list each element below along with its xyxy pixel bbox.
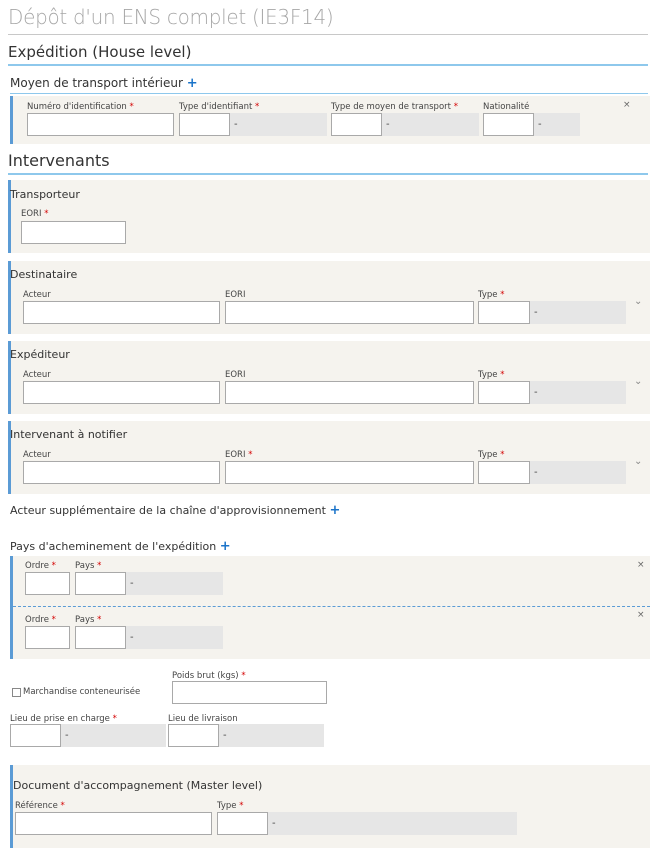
add-transport-button[interactable]: +	[187, 76, 198, 91]
add-supply-chain-actor-button[interactable]: +	[329, 503, 340, 518]
destinataire-type-input[interactable]	[478, 301, 530, 324]
expediteur-title: Expéditeur	[10, 348, 70, 361]
destinataire-type-description: -	[530, 301, 626, 324]
pickup-description: -	[61, 724, 166, 747]
notifier-expand-chevron-icon[interactable]: ⌄	[634, 456, 642, 467]
document-reference-label: Référence *	[15, 801, 65, 811]
expedition-section-title: Expédition (House level)	[8, 43, 192, 61]
pickup-label: Lieu de prise en charge *	[10, 714, 117, 724]
destinataire-expand-chevron-icon[interactable]: ⌄	[634, 296, 642, 307]
routing-2-ordre-input[interactable]	[25, 626, 70, 649]
expediteur-eori-input[interactable]	[225, 381, 474, 404]
document-panel	[10, 765, 650, 848]
intervenants-divider	[8, 173, 648, 175]
notifier-eori-label: EORI *	[225, 450, 253, 460]
document-reference-input[interactable]	[15, 812, 212, 835]
nationality-description: -	[534, 113, 580, 136]
document-type-description: -	[268, 812, 517, 835]
gross-weight-label: Poids brut (kgs) *	[172, 671, 246, 681]
expediteur-expand-chevron-icon[interactable]: ⌄	[634, 376, 642, 387]
expedition-divider	[8, 64, 648, 66]
id-number-label: Numéro d'identification *	[27, 102, 134, 112]
destinataire-type-label: Type *	[478, 290, 505, 300]
title-divider	[8, 34, 648, 35]
transporteur-eori-input[interactable]	[21, 221, 126, 244]
id-number-input[interactable]	[27, 113, 174, 136]
nationality-label: Nationalité	[483, 102, 530, 112]
id-type-label: Type d'identifiant *	[179, 102, 260, 112]
routing-1-ordre-input[interactable]	[25, 572, 70, 595]
pickup-input[interactable]	[10, 724, 61, 747]
document-type-label: Type *	[217, 801, 244, 811]
remove-routing-2-icon[interactable]: ×	[637, 610, 645, 620]
routing-separator	[13, 606, 650, 607]
document-panel-bar	[10, 765, 13, 848]
transport-panel-bar	[10, 96, 13, 144]
destinataire-eori-input[interactable]	[225, 301, 474, 324]
transporteur-title: Transporteur	[10, 188, 80, 201]
means-type-description: -	[382, 113, 479, 136]
delivery-input[interactable]	[168, 724, 219, 747]
routing-2-pays-label: Pays *	[75, 615, 102, 625]
destinataire-acteur-label: Acteur	[23, 290, 51, 300]
expediteur-type-description: -	[530, 381, 626, 404]
transport-divider	[10, 93, 648, 94]
routing-panel-bar	[10, 556, 13, 659]
routing-1-pays-description: -	[126, 572, 223, 595]
means-type-label: Type de moyen de transport *	[331, 102, 458, 112]
routing-1-pays-label: Pays *	[75, 561, 102, 571]
remove-routing-1-icon[interactable]: ×	[637, 560, 645, 570]
routing-2-pays-description: -	[126, 626, 223, 649]
intervenants-section-title: Intervenants	[8, 151, 110, 170]
expediteur-type-label: Type *	[478, 370, 505, 380]
gross-weight-input[interactable]	[172, 681, 327, 704]
add-routing-country-button[interactable]: +	[220, 539, 231, 554]
notifier-acteur-label: Acteur	[23, 450, 51, 460]
routing-2-pays-input[interactable]	[75, 626, 126, 649]
remove-transport-icon[interactable]: ×	[623, 100, 631, 110]
expediteur-acteur-label: Acteur	[23, 370, 51, 380]
transport-section-title: Moyen de transport intérieur +	[10, 76, 198, 91]
delivery-description: -	[219, 724, 324, 747]
page-title: Dépôt d'un ENS complet (IE3F14)	[8, 5, 334, 29]
notifier-type-input[interactable]	[478, 461, 530, 484]
routing-1-ordre-label: Ordre *	[25, 561, 56, 571]
destinataire-title: Destinataire	[10, 268, 78, 281]
notifier-type-label: Type *	[478, 450, 505, 460]
expediteur-eori-label: EORI	[225, 370, 246, 380]
container-checkbox[interactable]	[12, 688, 21, 697]
notifier-eori-input[interactable]	[225, 461, 474, 484]
nationality-input[interactable]	[483, 113, 534, 136]
supply-chain-title: Acteur supplémentaire de la chaîne d'app…	[10, 503, 341, 518]
id-type-description: -	[230, 113, 327, 136]
document-title: Document d'accompagnement (Master level)	[13, 779, 263, 792]
destinataire-acteur-input[interactable]	[23, 301, 220, 324]
expediteur-type-input[interactable]	[478, 381, 530, 404]
routing-title: Pays d'acheminement de l'expédition +	[10, 539, 231, 554]
destinataire-eori-label: EORI	[225, 290, 246, 300]
routing-2-ordre-label: Ordre *	[25, 615, 56, 625]
notifier-title: Intervenant à notifier	[10, 428, 128, 441]
means-type-input[interactable]	[331, 113, 382, 136]
notifier-type-description: -	[530, 461, 626, 484]
id-type-input[interactable]	[179, 113, 230, 136]
document-type-input[interactable]	[217, 812, 268, 835]
routing-1-pays-input[interactable]	[75, 572, 126, 595]
delivery-label: Lieu de livraison	[168, 714, 238, 724]
notifier-acteur-input[interactable]	[23, 461, 220, 484]
transporteur-eori-label: EORI *	[21, 209, 49, 219]
container-label: Marchandise conteneurisée	[23, 687, 141, 697]
expediteur-acteur-input[interactable]	[23, 381, 220, 404]
